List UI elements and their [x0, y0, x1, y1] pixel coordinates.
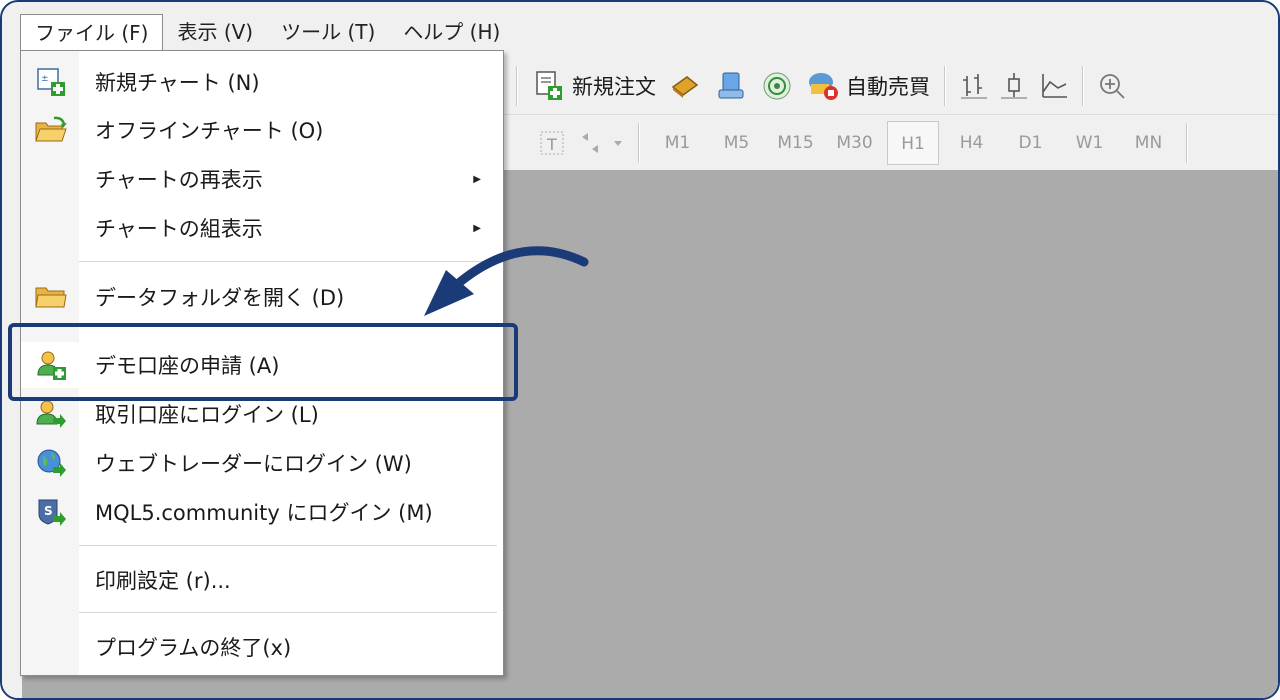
- new-chart-icon: ±: [33, 64, 69, 100]
- menu-item-offline-chart[interactable]: オフラインチャート (O): [21, 107, 503, 153]
- line-chart-icon[interactable]: [1034, 66, 1074, 106]
- menu-item-mql5-login[interactable]: S MQL5.community にログイン (M): [21, 489, 503, 535]
- mql5-login-icon: S: [33, 494, 69, 530]
- terminal-icon: [714, 69, 748, 103]
- folder-icon: [33, 279, 69, 315]
- new-order-icon: [532, 69, 566, 103]
- signal-icon: [760, 69, 794, 103]
- menu-item-demo-account[interactable]: デモ口座の申請 (A): [21, 342, 503, 388]
- navigator-button[interactable]: [662, 64, 708, 108]
- zoom-in-icon[interactable]: [1092, 66, 1132, 106]
- svg-text:±: ±: [41, 74, 49, 84]
- menu-item-label: 取引口座にログイン (L): [95, 403, 319, 427]
- auto-trade-icon: [806, 69, 840, 103]
- timeframe-h1[interactable]: H1: [887, 120, 939, 165]
- main-toolbar: 新規注文 自動売買: [502, 58, 1278, 114]
- timeframe-h4[interactable]: H4: [942, 121, 1001, 165]
- menu-item-new-chart[interactable]: ± 新規チャート (N): [21, 59, 503, 105]
- toolbar-separator: [1186, 122, 1188, 163]
- auto-trade-label: 自動売買: [846, 75, 930, 99]
- toolbar-separator: [516, 66, 518, 106]
- timeframe-mn[interactable]: MN: [1119, 121, 1178, 165]
- timeframe-m1[interactable]: M1: [648, 121, 707, 165]
- svg-text:T: T: [546, 135, 557, 154]
- timeframe-m5[interactable]: M5: [707, 121, 766, 165]
- menu-tools[interactable]: ツール (T): [267, 14, 389, 50]
- open-folder-icon: [33, 112, 69, 148]
- menu-item-label: オフラインチャート (O): [95, 119, 324, 143]
- user-add-icon: [33, 347, 69, 383]
- new-order-button[interactable]: 新規注文: [526, 64, 662, 108]
- bar-chart-icon[interactable]: [954, 66, 994, 106]
- svg-text:S: S: [44, 504, 53, 518]
- menu-item-label: ウェブトレーダーにログイン (W): [95, 452, 412, 476]
- timeframe-toolbar: T M1 M5 M15 M30 H1 H4 D1 W1 MN: [502, 114, 1278, 170]
- globe-login-icon: [33, 445, 69, 481]
- candlestick-icon[interactable]: [994, 66, 1034, 106]
- menu-item-label: データフォルダを開く (D): [95, 286, 345, 310]
- submenu-arrow-icon: ▶: [473, 173, 481, 185]
- menu-separator: [79, 612, 497, 613]
- app-window: ファイル (F) 表示 (V) ツール (T) ヘルプ (H) 新規注文 自動売…: [0, 0, 1280, 700]
- annotation-arrow-icon: [424, 246, 589, 316]
- menu-item-print-setup[interactable]: 印刷設定 (r)...: [21, 557, 503, 603]
- chart-workspace: [502, 170, 1278, 698]
- new-order-label: 新規注文: [572, 75, 656, 99]
- workspace-bottom: [22, 676, 502, 698]
- timeframe-m15[interactable]: M15: [766, 121, 825, 165]
- menu-help[interactable]: ヘルプ (H): [389, 14, 514, 50]
- menu-item-label: プログラムの終了(x): [95, 636, 292, 660]
- menu-item-label: チャートの再表示: [95, 168, 263, 192]
- arrows-tool-icon[interactable]: [572, 123, 630, 163]
- menu-view[interactable]: 表示 (V): [163, 14, 267, 50]
- menu-item-chart-redisplay[interactable]: チャートの再表示 ▶: [21, 156, 503, 202]
- timeframe-w1[interactable]: W1: [1060, 121, 1119, 165]
- book-icon: [668, 69, 702, 103]
- user-login-icon: [33, 396, 69, 432]
- menu-item-trade-login[interactable]: 取引口座にログイン (L): [21, 391, 503, 437]
- auto-trade-button[interactable]: 自動売買: [800, 64, 936, 108]
- menu-item-exit[interactable]: プログラムの終了(x): [21, 624, 503, 670]
- file-dropdown-menu: ± 新規チャート (N) オフラインチャート (O) チャートの再表示 ▶ チャ…: [20, 50, 504, 676]
- signals-button[interactable]: [754, 64, 800, 108]
- menu-file[interactable]: ファイル (F): [20, 14, 164, 54]
- menu-separator: [79, 545, 497, 546]
- left-edge: [2, 54, 22, 698]
- menu-item-label: MQL5.community にログイン (M): [95, 501, 433, 525]
- text-tool-icon[interactable]: T: [532, 123, 572, 163]
- menu-item-label: 印刷設定 (r)...: [95, 569, 231, 593]
- toolbar-separator: [1082, 66, 1084, 106]
- menu-item-label: 新規チャート (N): [95, 71, 260, 95]
- menu-item-label: デモ口座の申請 (A): [95, 354, 280, 378]
- timeframe-d1[interactable]: D1: [1001, 121, 1060, 165]
- menu-item-label: チャートの組表示: [95, 217, 263, 241]
- toolbar-separator: [638, 122, 640, 163]
- toolbar-separator: [944, 66, 946, 106]
- menu-bar: ファイル (F) 表示 (V) ツール (T) ヘルプ (H): [2, 12, 1278, 54]
- terminal-button[interactable]: [708, 64, 754, 108]
- timeframe-m30[interactable]: M30: [825, 121, 884, 165]
- menu-item-webtrader-login[interactable]: ウェブトレーダーにログイン (W): [21, 440, 503, 486]
